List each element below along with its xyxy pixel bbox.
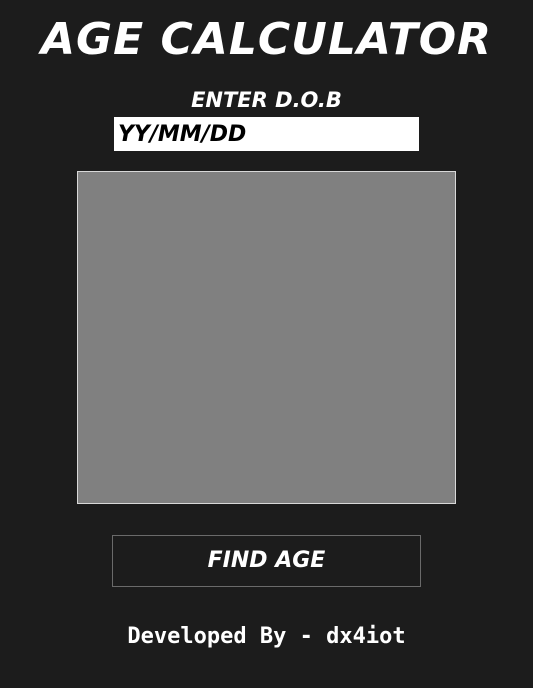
app-title: AGE CALCULATOR [40, 14, 493, 65]
developer-credit: Developed By - dx4iot [127, 624, 406, 649]
result-area [77, 171, 456, 504]
dob-label: ENTER D.O.B [191, 88, 342, 112]
dob-input[interactable] [114, 117, 419, 151]
find-age-button[interactable]: FIND AGE [112, 535, 421, 587]
